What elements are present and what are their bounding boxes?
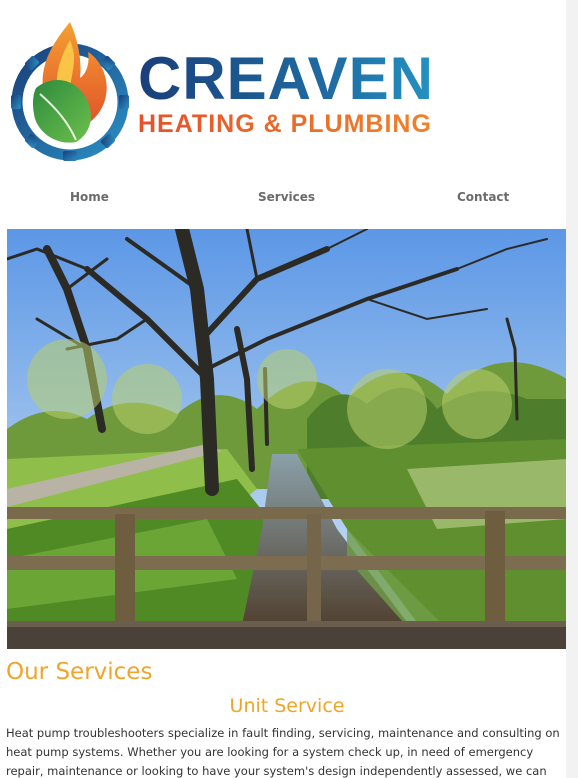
nav-services[interactable]: Services xyxy=(258,190,315,204)
logo-wordmark: CREAVEN HEATING & PLUMBING xyxy=(138,48,478,139)
services-section: Our Services Unit Service Heat pump trou… xyxy=(6,656,568,778)
nav-contact[interactable]: Contact xyxy=(457,190,509,204)
page: CREAVEN HEATING & PLUMBING Home Services… xyxy=(0,0,572,778)
main-nav: Home Services Contact xyxy=(0,190,572,212)
site-header: CREAVEN HEATING & PLUMBING xyxy=(0,0,572,178)
service-description: Heat pump troubleshooters specialize in … xyxy=(6,726,560,778)
landscape-photo xyxy=(7,229,567,649)
services-heading: Our Services xyxy=(6,659,153,685)
flame-leaf-gear-icon xyxy=(11,22,129,161)
brand-tagline: HEATING & PLUMBING xyxy=(138,110,478,138)
hero-image xyxy=(7,229,567,649)
logo[interactable]: CREAVEN HEATING & PLUMBING xyxy=(10,18,470,164)
service-title: Unit Service xyxy=(229,695,345,717)
brand-name: CREAVEN xyxy=(138,48,478,110)
scrollbar[interactable] xyxy=(566,0,572,778)
nav-home[interactable]: Home xyxy=(70,190,109,204)
